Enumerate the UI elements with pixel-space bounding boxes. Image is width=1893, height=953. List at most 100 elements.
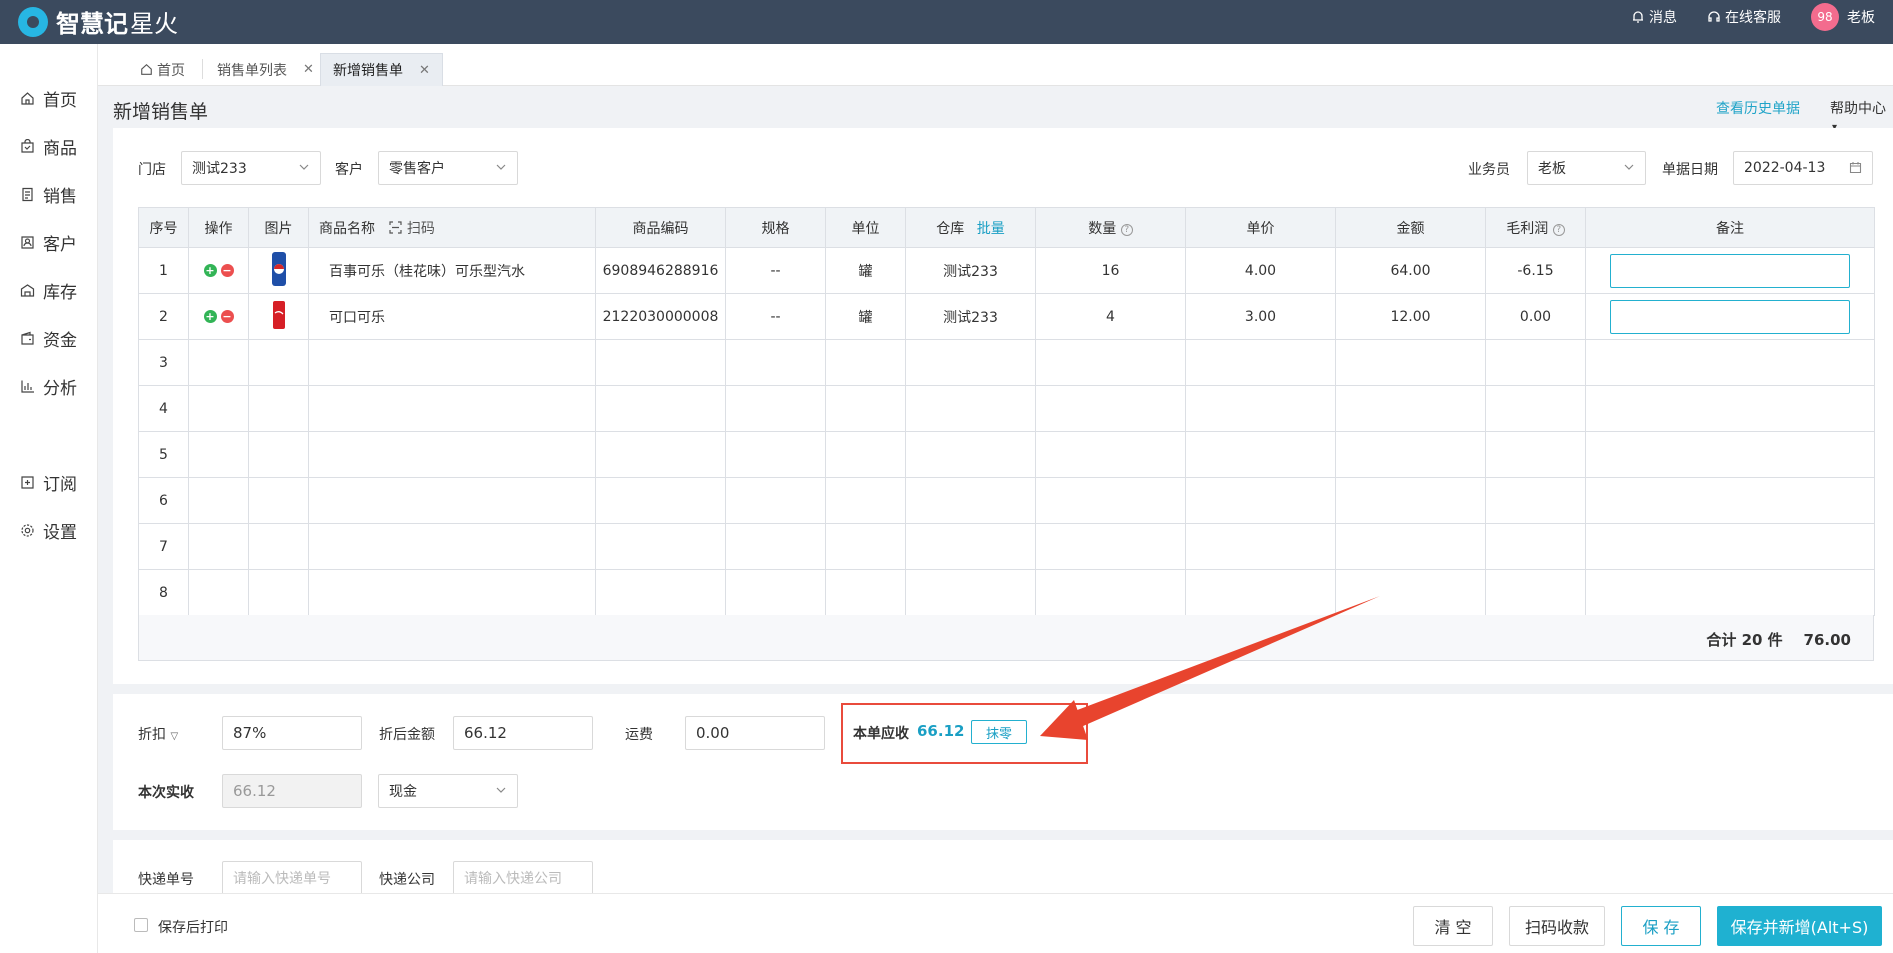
remove-row-icon[interactable]: − xyxy=(220,310,234,323)
col-amount: 金额 xyxy=(1335,207,1486,248)
sidebar-item-goods[interactable]: 商品 xyxy=(20,134,77,159)
sidebar-item-sales[interactable]: 销售 xyxy=(20,182,77,207)
close-icon[interactable]: ✕ xyxy=(419,63,430,78)
customer-value: 零售客户 xyxy=(389,161,445,177)
remove-row-icon[interactable]: − xyxy=(220,264,234,277)
salesperson-select[interactable]: 老板 xyxy=(1527,151,1646,185)
row-qty[interactable]: 4 xyxy=(1035,293,1186,340)
tab-home[interactable]: 首页 xyxy=(128,53,197,86)
history-link[interactable]: 查看历史单据 xyxy=(1716,98,1800,118)
row-seq: 3 xyxy=(138,339,189,386)
table-row: 4 xyxy=(138,385,1875,432)
sidebar-item-settings[interactable]: 设置 xyxy=(20,518,77,543)
sidebar-item-inventory[interactable]: 库存 xyxy=(20,278,77,303)
store-select[interactable]: 测试233 xyxy=(181,151,321,185)
help-icon[interactable]: ? xyxy=(1552,223,1565,236)
print-after-save-label[interactable]: 保存后打印 xyxy=(158,917,228,937)
row-price[interactable]: 4.00 xyxy=(1185,247,1336,294)
row-seq: 4 xyxy=(138,385,189,432)
add-row-icon[interactable]: + xyxy=(203,264,217,277)
top-bar: 智慧记 星火 消息 在线客服 98 老板 xyxy=(0,0,1893,44)
remark-input[interactable] xyxy=(1610,253,1850,288)
avatar: 98 xyxy=(1811,3,1839,31)
discount-input[interactable]: 87% xyxy=(222,716,362,750)
row-name: 可口可乐 xyxy=(308,293,596,340)
col-warehouse-label: 仓库 xyxy=(936,220,965,237)
row-profit: -6.15 xyxy=(1485,247,1586,294)
discount-label[interactable]: 折扣 ▽ xyxy=(138,724,178,744)
received-input[interactable]: 66.12 xyxy=(222,774,362,808)
row-unit[interactable]: 罐 xyxy=(825,247,906,294)
add-row-icon[interactable]: + xyxy=(203,310,217,323)
discount-label-text: 折扣 xyxy=(138,727,166,743)
table-row: 7 xyxy=(138,523,1875,570)
page-title: 新增销售单 xyxy=(113,101,209,123)
chevron-down-icon xyxy=(299,164,309,170)
scan-button[interactable]: 扫码 xyxy=(389,221,435,237)
headset-icon xyxy=(1708,11,1720,22)
remark-input[interactable] xyxy=(1610,299,1850,334)
col-price: 单价 xyxy=(1185,207,1336,248)
logo-icon xyxy=(18,6,48,37)
user-menu[interactable]: 98 老板 xyxy=(1811,3,1875,31)
date-picker[interactable]: 2022-04-13 xyxy=(1733,151,1873,185)
tab-new-sales-order[interactable]: 新增销售单 ✕ xyxy=(320,53,443,86)
pepsi-can-image xyxy=(271,251,286,286)
clear-button[interactable]: 清 空 xyxy=(1413,906,1493,946)
product-image[interactable] xyxy=(248,247,309,294)
tab-label: 新增销售单 xyxy=(333,63,403,79)
row-warehouse[interactable]: 测试233 xyxy=(905,293,1036,340)
batch-link[interactable]: 批量 xyxy=(977,221,1005,237)
support-label: 在线客服 xyxy=(1725,10,1781,26)
contact-icon xyxy=(21,236,34,249)
save-button[interactable]: 保 存 xyxy=(1621,906,1701,946)
print-after-save-checkbox[interactable] xyxy=(134,918,148,932)
row-code: 6908946288916 xyxy=(595,247,726,294)
sidebar-item-subscribe[interactable]: 订阅 xyxy=(20,470,77,495)
brand-logo[interactable]: 智慧记 星火 xyxy=(18,4,178,39)
express-company-input[interactable]: 请输入快递公司 xyxy=(453,861,593,895)
sidebar-item-funds[interactable]: 资金 xyxy=(20,326,77,351)
payment-method-select[interactable]: 现金 xyxy=(378,774,518,808)
express-no-input[interactable]: 请输入快递单号 xyxy=(222,861,362,895)
col-remark: 备注 xyxy=(1585,207,1875,248)
row-warehouse[interactable]: 测试233 xyxy=(905,247,1036,294)
scan-pay-button[interactable]: 扫码收款 xyxy=(1509,906,1605,946)
sidebar-item-customers[interactable]: 客户 xyxy=(20,230,77,255)
sidebar-item-analysis[interactable]: 分析 xyxy=(20,374,77,399)
row-seq: 8 xyxy=(138,569,189,616)
col-ops: 操作 xyxy=(188,207,249,248)
row-amount[interactable]: 64.00 xyxy=(1335,247,1486,294)
row-spec: -- xyxy=(725,247,826,294)
col-unit: 单位 xyxy=(825,207,906,248)
row-amount[interactable]: 12.00 xyxy=(1335,293,1486,340)
round-off-button[interactable]: 抹零 xyxy=(971,720,1027,744)
wallet-icon xyxy=(21,331,34,345)
support-button[interactable]: 在线客服 xyxy=(1707,7,1781,27)
messages-label: 消息 xyxy=(1649,10,1677,26)
col-qty-label: 数量 xyxy=(1088,220,1117,237)
after-discount-input[interactable]: 66.12 xyxy=(453,716,593,750)
col-name: 商品名称 扫码 xyxy=(308,207,596,248)
save-and-new-button[interactable]: 保存并新增(Alt+S) xyxy=(1717,906,1882,946)
store-value: 测试233 xyxy=(192,161,247,177)
sidebar-item-label: 订阅 xyxy=(43,475,77,495)
product-image[interactable] xyxy=(248,293,309,340)
table-row: 2 + − 可口可乐 2122030000008 -- 罐 测试233 4 3.0… xyxy=(138,293,1875,340)
row-unit[interactable]: 罐 xyxy=(825,293,906,340)
close-icon[interactable]: ✕ xyxy=(303,62,314,77)
row-price[interactable]: 3.00 xyxy=(1185,293,1336,340)
row-qty[interactable]: 16 xyxy=(1035,247,1186,294)
freight-input[interactable]: 0.00 xyxy=(685,716,825,750)
col-name-label: 商品名称 xyxy=(319,220,375,237)
sidebar-item-label: 资金 xyxy=(43,331,77,351)
user-name: 老板 xyxy=(1847,10,1875,26)
tab-sales-list[interactable]: 销售单列表 ✕ xyxy=(205,53,326,86)
help-icon[interactable]: ? xyxy=(1120,223,1133,236)
customer-select[interactable]: 零售客户 xyxy=(378,151,518,185)
sidebar-item-home[interactable]: 首页 xyxy=(20,86,77,111)
receivable-label: 本单应收 xyxy=(853,726,909,742)
messages-button[interactable]: 消息 xyxy=(1631,7,1677,27)
tab-divider xyxy=(202,59,203,79)
date-label: 单据日期 xyxy=(1662,162,1718,178)
